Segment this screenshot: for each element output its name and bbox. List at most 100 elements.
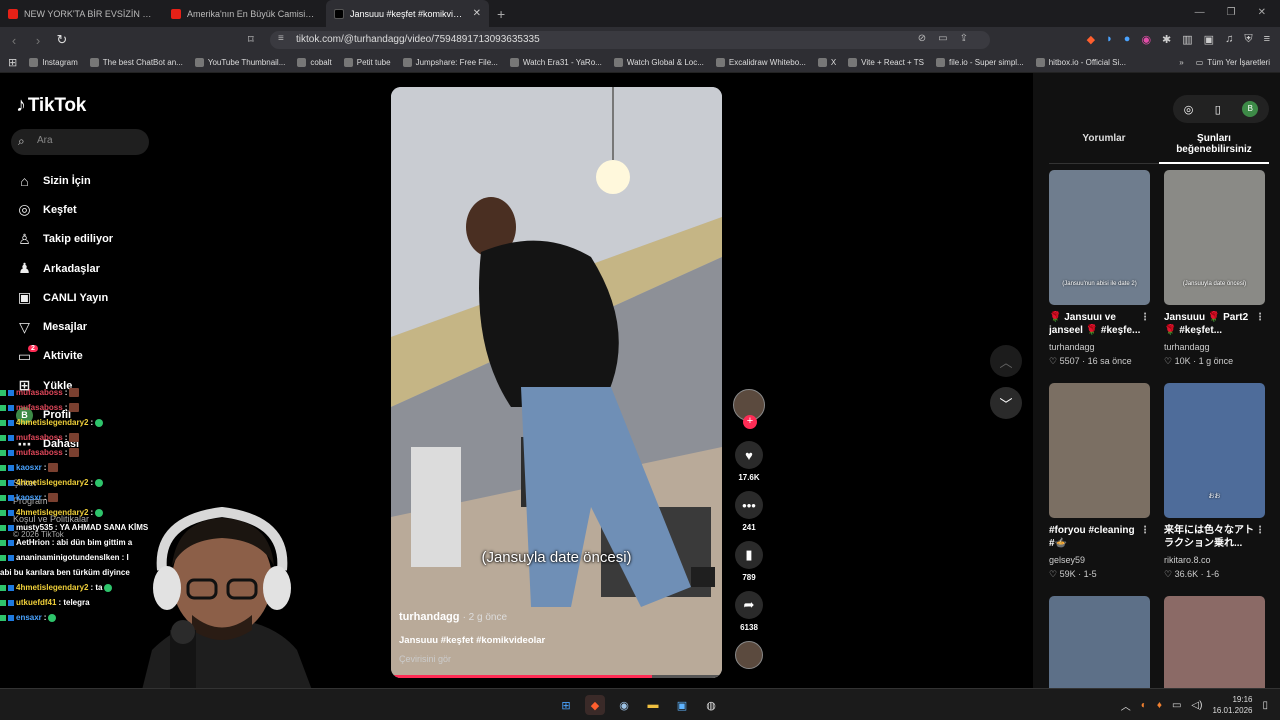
extensions-icon[interactable]: ✱: [1162, 33, 1171, 46]
network-icon[interactable]: ▭: [1172, 700, 1181, 711]
wallet-icon[interactable]: ▣: [1204, 33, 1214, 46]
brave-shield-icon[interactable]: ◆: [1087, 33, 1095, 46]
sidebar-item[interactable]: ♟ Arkadaşlar: [16, 254, 113, 283]
author-avatar[interactable]: +: [733, 389, 765, 429]
windows-start-icon[interactable]: ⊞: [556, 695, 576, 715]
music-icon[interactable]: ♫: [1225, 33, 1233, 46]
extension-blue-icon[interactable]: ●: [1124, 33, 1131, 46]
music-disc-icon[interactable]: [735, 641, 763, 669]
follow-plus-icon[interactable]: +: [743, 415, 757, 429]
sidebar-item[interactable]: ▭ 2 Aktivite: [16, 342, 113, 371]
bookmark-item[interactable]: YouTube Thumbnail...: [194, 58, 285, 67]
next-video-button[interactable]: ﹀: [990, 387, 1022, 419]
video-card-title[interactable]: #foryou #cleaning #🍲 ⋮: [1049, 524, 1150, 550]
video-card-title[interactable]: Jansuuu 🌹 Part2 🌹 #keşfet... ⋮: [1164, 311, 1265, 337]
obs-icon[interactable]: ◍: [701, 695, 721, 715]
back-icon[interactable]: ‹: [4, 33, 24, 48]
bookmark-icon[interactable]: ⌑: [248, 33, 254, 46]
bookmark-item[interactable]: Watch Era31 - YaRo...: [509, 58, 602, 67]
sidebar-icon[interactable]: ▥: [1182, 33, 1192, 46]
music-disc-action[interactable]: [733, 641, 765, 669]
video-card[interactable]: おお 来年には色々なアトラクション乗れ... ⋮ rikitaro.8.co ♡ 36.…: [1164, 383, 1265, 580]
reload-icon[interactable]: ↻: [52, 32, 72, 48]
tab-you-may-like[interactable]: Şunları beğenebilirsiniz: [1159, 133, 1269, 164]
file-explorer-icon[interactable]: ▬: [643, 695, 663, 715]
tab-comments[interactable]: Yorumlar: [1049, 133, 1159, 164]
bookmark-item[interactable]: Petit tube: [343, 58, 391, 67]
url-field[interactable]: ⌑ ≡ tiktok.com/@turhandagg/video/7594891…: [248, 31, 990, 49]
clock[interactable]: 19:16 16.01.2026: [1212, 694, 1252, 716]
video-thumbnail[interactable]: おお: [1164, 383, 1265, 518]
device-icon[interactable]: ▯: [1215, 103, 1221, 116]
bookmark-item[interactable]: file.io - Super simpl...: [936, 58, 1024, 67]
video-progress-bar[interactable]: [391, 675, 722, 678]
video-card-title[interactable]: 🌹 Jansuuı ve janseel 🌹 #keşfe... ⋮: [1049, 311, 1150, 337]
like-action[interactable]: ♥ 17.6K: [733, 441, 765, 482]
video-card-title[interactable]: 来年には色々なアトラクション乗れ... ⋮: [1164, 524, 1265, 550]
browser-tab-active[interactable]: Jansuuu #keşfet #komikvideolar ✕: [326, 0, 489, 27]
more-bookmarks-icon[interactable]: »: [1179, 58, 1183, 67]
video-thumbnail[interactable]: [1049, 383, 1150, 518]
video-card-user[interactable]: gelsey59: [1049, 555, 1150, 565]
video-card-user[interactable]: turhandagg: [1049, 342, 1150, 352]
minimize-icon[interactable]: —: [1195, 7, 1205, 18]
more-options-icon[interactable]: ⋮: [1255, 524, 1265, 537]
url-actions-icon[interactable]: ⊘▭⇪: [918, 33, 980, 44]
sidebar-item[interactable]: ⌂ Sizin İçin: [16, 166, 113, 195]
bookmark-item[interactable]: Excalidraw Whitebo...: [715, 58, 806, 67]
video-card[interactable]: (Jansuuyla date öncesi) Jansuuu 🌹 Part2 🌹…: [1164, 170, 1265, 367]
tiktok-logo[interactable]: ♪ TikTok: [16, 94, 86, 117]
share-action[interactable]: ➦ 6138: [733, 591, 765, 632]
bookmark-item[interactable]: Vite + React + TS: [848, 58, 924, 67]
brave-browser-icon[interactable]: ◆: [585, 695, 605, 715]
bookmark-icon[interactable]: ▮: [735, 541, 763, 569]
tray-app-icon[interactable]: ◐: [1141, 700, 1147, 711]
more-options-icon[interactable]: ⋮: [1255, 311, 1265, 324]
bookmark-item[interactable]: Jumpshare: Free File...: [402, 58, 498, 67]
browser-tab[interactable]: Amerika'nın En Büyük Camisine Gittim: [163, 0, 326, 27]
speech-icon[interactable]: ◗: [1106, 33, 1113, 46]
video-thumbnail[interactable]: (Jansuu'nun abisi ile date 2): [1049, 170, 1150, 305]
browser-tab[interactable]: NEW YORK'TA BİR EVSİZİN HAYATI -: [0, 0, 163, 27]
forward-icon[interactable]: ›: [28, 33, 48, 48]
apps-grid-icon[interactable]: ⊞: [8, 56, 17, 69]
video-author[interactable]: turhandagg · 2 g önce: [399, 611, 507, 623]
photos-icon[interactable]: ▣: [672, 695, 692, 715]
bookmark-item[interactable]: Watch Global & Loc...: [613, 58, 704, 67]
more-options-icon[interactable]: ⋮: [1140, 311, 1150, 324]
comment-action[interactable]: ••• 241: [733, 491, 765, 532]
more-options-icon[interactable]: ⋮: [1140, 524, 1150, 537]
steam-icon[interactable]: ◉: [614, 695, 634, 715]
user-avatar[interactable]: B: [1242, 101, 1259, 117]
author-name[interactable]: turhandagg: [399, 611, 460, 623]
tray-chevron-icon[interactable]: ︿: [1121, 698, 1131, 713]
sidebar-item[interactable]: ▣ CANLI Yayın: [16, 283, 113, 312]
search-input[interactable]: ⌕ Ara: [11, 129, 149, 155]
heart-icon[interactable]: ♥: [735, 441, 763, 469]
bookmark-item[interactable]: cobalt: [297, 58, 332, 67]
microphone-icon[interactable]: ♦: [1157, 700, 1162, 711]
bookmark-item[interactable]: X: [817, 58, 836, 67]
notification-icon[interactable]: ▯: [1262, 700, 1268, 711]
sidebar-item[interactable]: ◎ Keşfet: [16, 195, 113, 224]
video-card[interactable]: (Jansuu'nun abisi ile date 2) 🌹 Jansuuı v…: [1049, 170, 1150, 367]
site-settings-icon[interactable]: ≡: [278, 33, 284, 44]
video-card-user[interactable]: turhandagg: [1164, 342, 1265, 352]
sidebar-item[interactable]: ♙ Takip ediliyor: [16, 225, 113, 254]
compass-icon[interactable]: ◎: [1184, 103, 1194, 116]
video-description[interactable]: Jansuuu #keşfet #komikvideolar: [399, 635, 545, 646]
bookmark-item[interactable]: hitbox.io - Official Si...: [1035, 58, 1126, 67]
author-avatar-action[interactable]: +: [733, 389, 765, 429]
sidebar-item[interactable]: ▽ Mesajlar: [16, 312, 113, 341]
previous-video-button[interactable]: ︿: [990, 345, 1022, 377]
all-bookmarks[interactable]: ▭ Tüm Yer İşaretleri: [1196, 58, 1270, 67]
extension-pink-icon[interactable]: ◉: [1141, 33, 1151, 46]
menu-icon[interactable]: ≡: [1264, 33, 1270, 46]
share-icon[interactable]: ➦: [735, 591, 763, 619]
video-thumbnail[interactable]: (Jansuuyla date öncesi): [1164, 170, 1265, 305]
maximize-icon[interactable]: ❐: [1227, 7, 1236, 18]
save-action[interactable]: ▮ 789: [733, 541, 765, 582]
bookmark-item[interactable]: Instagram: [29, 58, 78, 67]
video-player[interactable]: (Jansuyla date öncesi) turhandagg · 2 g …: [391, 87, 722, 678]
video-card-user[interactable]: rikitaro.8.co: [1164, 555, 1265, 565]
